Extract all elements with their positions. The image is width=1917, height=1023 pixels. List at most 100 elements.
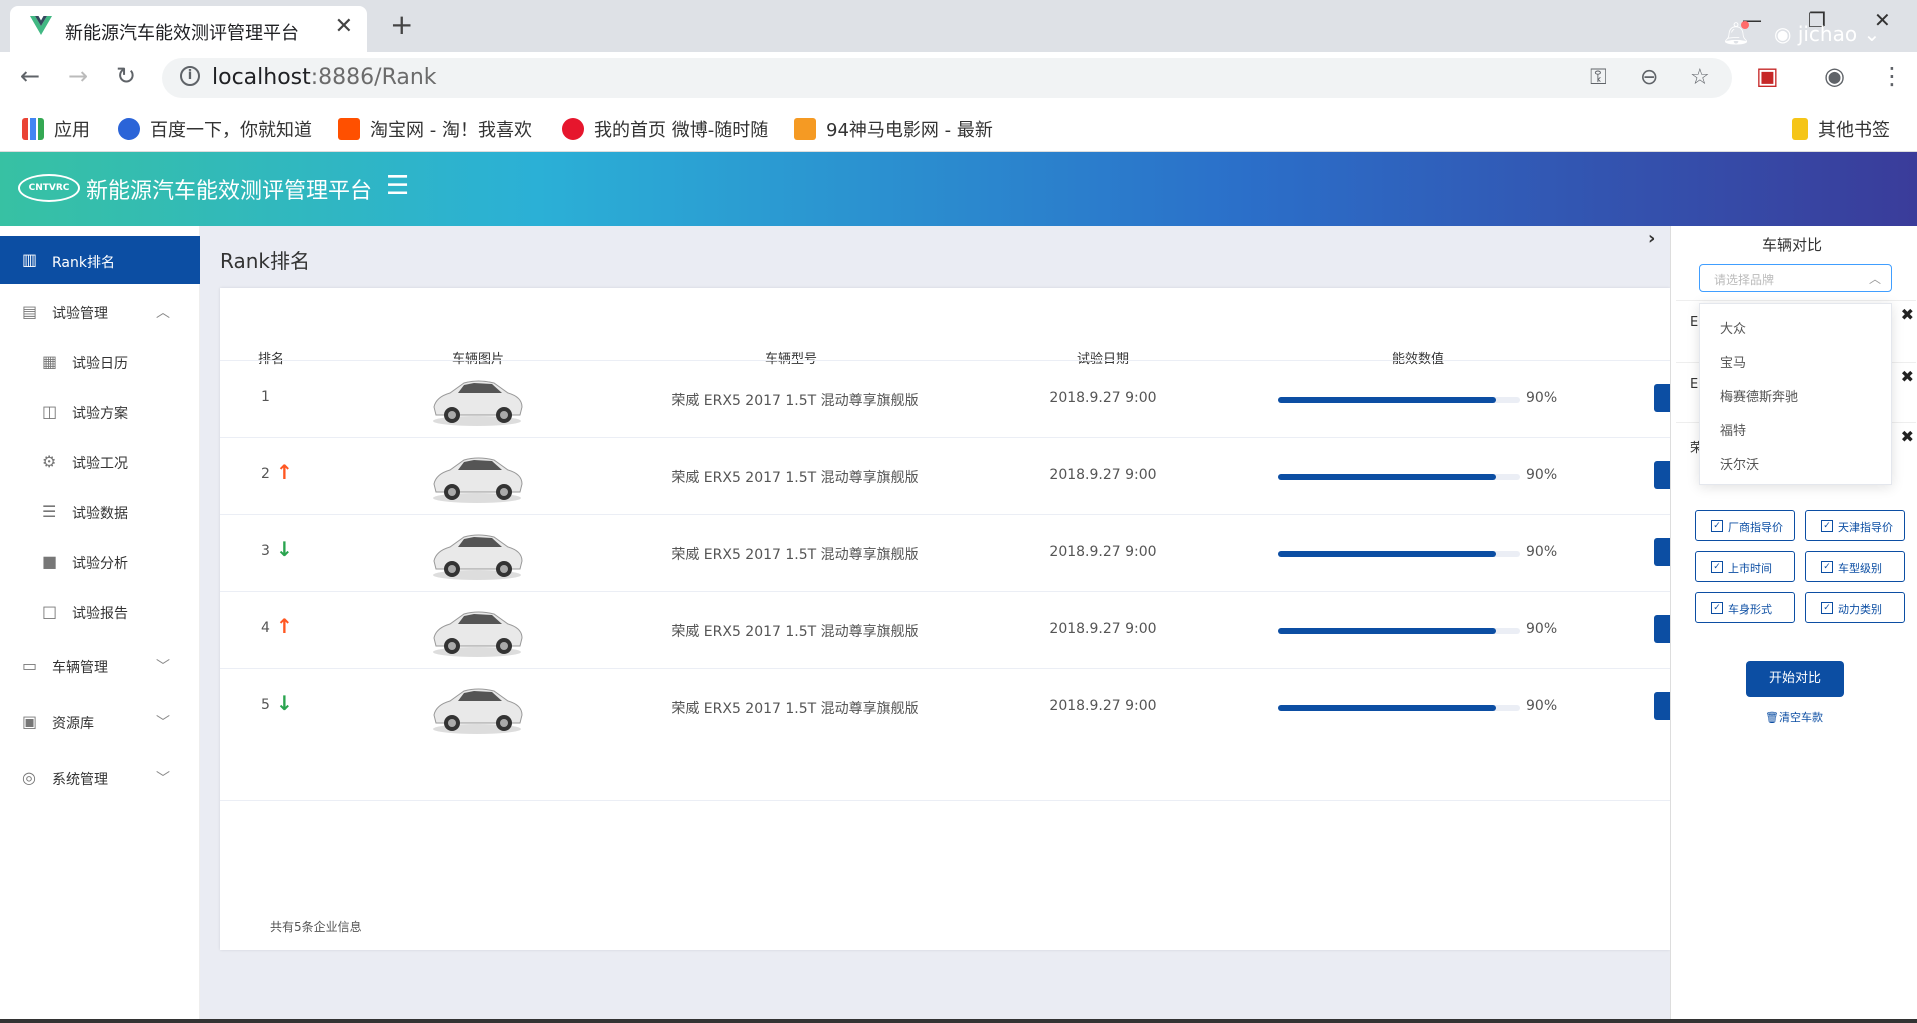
- efficiency-bar-fill: [1278, 628, 1496, 634]
- sidebar-item-plan[interactable]: ◫ 试验方案: [0, 392, 200, 432]
- new-tab-icon[interactable]: +: [390, 8, 413, 41]
- brand-option[interactable]: 宝马: [1720, 352, 1746, 371]
- checkbox-manufacturer-price[interactable]: ✓ 厂商指导价: [1695, 510, 1795, 541]
- shenma-icon: [794, 118, 816, 140]
- tab-title: 新能源汽车能效测评管理平台: [65, 23, 299, 44]
- username: jichao: [1797, 22, 1858, 46]
- bookmark-weibo[interactable]: 我的首页 微博-随时随: [562, 116, 770, 142]
- row-action-button[interactable]: [1654, 692, 1670, 720]
- database-icon: ☰: [42, 502, 57, 521]
- chevron-right-icon[interactable]: ›: [1648, 228, 1655, 249]
- checkbox-launch-date[interactable]: ✓ 上市时间: [1695, 551, 1795, 582]
- chevron-down-icon: ﹀: [156, 771, 170, 787]
- report-icon: □: [42, 602, 58, 621]
- app-title: 新能源汽车能效测评管理平台: [86, 179, 373, 204]
- table-footer-divider: [220, 800, 1670, 801]
- clear-cars-link[interactable]: 🗑︎清空车款: [1765, 709, 1823, 725]
- remove-slot-icon[interactable]: ✖: [1901, 427, 1914, 446]
- sidebar-item-vehicle[interactable]: ▭ 车辆管理 ﹀: [0, 646, 200, 686]
- sidebar-item-report[interactable]: □ 试验报告: [0, 592, 200, 632]
- back-icon[interactable]: ←: [20, 62, 40, 90]
- sidebar-item-analysis[interactable]: ■ 试验分析: [0, 542, 200, 582]
- efficiency-value: 90%: [1526, 544, 1558, 560]
- remove-slot-icon[interactable]: ✖: [1901, 305, 1914, 324]
- brand-option[interactable]: 大众: [1720, 318, 1746, 337]
- sidebar-item-condition[interactable]: ⚙ 试验工况: [0, 442, 200, 482]
- star-icon[interactable]: ☆: [1690, 65, 1710, 90]
- rank-number: 5: [261, 697, 270, 713]
- profile-icon[interactable]: ◉: [1824, 62, 1845, 90]
- arrow-down-icon: ↓: [276, 537, 293, 561]
- bookmark-other[interactable]: 其他书签: [1792, 116, 1890, 142]
- efficiency-value: 90%: [1526, 467, 1558, 483]
- test-date: 2018.9.27 9:00: [1049, 698, 1157, 714]
- extension-icon[interactable]: ▣: [1756, 62, 1779, 90]
- checkbox-power-type[interactable]: ✓ 动力类别: [1805, 592, 1905, 623]
- site-info-icon[interactable]: i: [180, 66, 200, 86]
- brand-select-placeholder: 请选择品牌: [1714, 273, 1775, 287]
- check-icon: ✓: [1711, 602, 1723, 614]
- sidebar: ▥ Rank排名 ▤ 试验管理 ︿ ▦ 试验日历 ◫ 试验方案 ⚙ 试验工况 ☰ 试验数据 ■…: [0, 226, 200, 1023]
- efficiency-bar: [1278, 628, 1520, 634]
- browser-tab[interactable]: 新能源汽车能效测评管理平台 ✕: [10, 6, 367, 52]
- checkbox-tianjin-price[interactable]: ✓ 天津指导价: [1805, 510, 1905, 541]
- key-icon[interactable]: ⚿: [1590, 65, 1607, 90]
- brand-option[interactable]: 梅赛德斯奔驰: [1720, 386, 1798, 405]
- address-bar[interactable]: i localhost:8886/Rank ⚿ ⊖ ☆: [162, 58, 1732, 98]
- test-date: 2018.9.27 9:00: [1049, 467, 1157, 483]
- sidebar-item-calendar[interactable]: ▦ 试验日历: [0, 342, 200, 382]
- car-image: [428, 448, 526, 508]
- efficiency-bar-fill: [1278, 474, 1496, 480]
- sidebar-item-resources[interactable]: ▣ 资源库 ﹀: [0, 702, 200, 742]
- rank-number: 2: [261, 466, 270, 482]
- test-date: 2018.9.27 9:00: [1049, 544, 1157, 560]
- checkbox-vehicle-class[interactable]: ✓ 车型级别: [1805, 551, 1905, 582]
- zoom-icon[interactable]: ⊖: [1640, 65, 1658, 90]
- table-row: 5 ↓ 荣威 ERX5 2017 1.5T 混动尊享旗舰版 2018.9.27 9:0…: [220, 668, 1670, 745]
- arrow-up-icon: ↑: [276, 614, 293, 638]
- test-date: 2018.9.27 9:00: [1049, 390, 1157, 406]
- car-model: 荣威 ERX5 2017 1.5T 混动尊享旗舰版: [671, 701, 919, 717]
- sidebar-item-experiment[interactable]: ▤ 试验管理 ︿: [0, 292, 200, 332]
- row-action-button[interactable]: [1654, 384, 1670, 412]
- efficiency-value: 90%: [1526, 621, 1558, 637]
- bookmark-apps[interactable]: 应用: [22, 116, 90, 142]
- user-menu[interactable]: ◉ jichao ⌄: [1774, 22, 1880, 46]
- branch-icon: ⚙: [42, 452, 57, 471]
- notification-dot: [1741, 21, 1749, 29]
- brand-option[interactable]: 沃尔沃: [1720, 454, 1759, 473]
- app-header: CNTVRC 新能源汽车能效测评管理平台 ☰: [0, 152, 1917, 226]
- brand-option[interactable]: 福特: [1720, 420, 1746, 439]
- bookmark-taobao[interactable]: 淘宝网 - 淘！我喜欢: [338, 116, 532, 142]
- car-image: [428, 679, 526, 739]
- efficiency-value: 90%: [1526, 390, 1558, 406]
- close-tab-icon[interactable]: ✕: [335, 14, 353, 39]
- bar-chart-icon: ▥: [22, 250, 38, 269]
- reload-icon[interactable]: ↻: [116, 62, 136, 90]
- efficiency-bar-fill: [1278, 397, 1496, 403]
- remove-slot-icon[interactable]: ✖: [1901, 367, 1914, 386]
- note-icon: ■: [42, 552, 58, 571]
- efficiency-value: 90%: [1526, 698, 1558, 714]
- car-image: [428, 602, 526, 662]
- menu-dots-icon[interactable]: ⋮: [1880, 62, 1904, 90]
- row-action-button[interactable]: [1654, 538, 1670, 566]
- menu-toggle-icon[interactable]: ☰: [386, 171, 409, 201]
- vue-logo-icon: [30, 16, 52, 35]
- start-compare-button[interactable]: 开始对比: [1746, 661, 1844, 697]
- row-action-button[interactable]: [1654, 461, 1670, 489]
- bookmark-baidu[interactable]: 百度一下，你就知道: [118, 116, 312, 142]
- chevron-up-icon: ︿: [156, 305, 170, 321]
- sidebar-item-data[interactable]: ☰ 试验数据: [0, 492, 200, 532]
- sidebar-item-rank[interactable]: ▥ Rank排名: [0, 236, 200, 284]
- forward-icon[interactable]: →: [68, 62, 88, 90]
- bookmark-shenma[interactable]: 94神马电影网 - 最新: [794, 116, 1004, 142]
- efficiency-bar: [1278, 397, 1520, 403]
- brand-select[interactable]: 请选择品牌 ︿: [1699, 264, 1892, 292]
- row-action-button[interactable]: [1654, 615, 1670, 643]
- checkbox-body-type[interactable]: ✓ 车身形式: [1695, 592, 1795, 623]
- sidebar-item-system[interactable]: ◎ 系统管理 ﹀: [0, 758, 200, 798]
- archive-icon: ▣: [22, 712, 38, 731]
- car-image: [428, 525, 526, 585]
- rank-table-card: 排名 车辆图片 车辆型号 试验日期 能效数值 1 荣威 ERX5 2017 1.5…: [220, 288, 1670, 950]
